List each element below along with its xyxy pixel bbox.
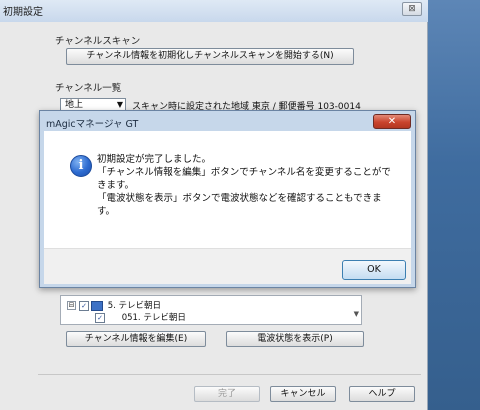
ok-button[interactable]: OK bbox=[342, 260, 406, 280]
dialog-body: i 初期設定が完了しました。 「チャンネル情報を編集」ボタンでチャンネル名を変更… bbox=[44, 131, 411, 248]
dialog-title: mAgicマネージャ GT bbox=[46, 119, 139, 130]
cancel-button[interactable]: キャンセル bbox=[270, 386, 336, 402]
collapse-icon[interactable]: ⊟ bbox=[67, 301, 76, 310]
dialog-footer: OK bbox=[44, 248, 411, 284]
window-titlebar: 初期設定 ⊠ bbox=[0, 0, 428, 22]
checkbox-checked-icon[interactable]: ✓ bbox=[95, 312, 105, 323]
help-button[interactable]: ヘルプ bbox=[349, 386, 415, 402]
list-item[interactable]: ⊟ ✓ 5. テレビ朝日 bbox=[67, 299, 161, 311]
window-close-button[interactable]: ⊠ bbox=[402, 2, 422, 16]
footer-divider bbox=[38, 374, 421, 375]
finish-button[interactable]: 完了 bbox=[194, 386, 260, 402]
window-title: 初期設定 bbox=[3, 7, 43, 18]
info-icon: i bbox=[70, 155, 92, 177]
tv-icon bbox=[91, 300, 103, 311]
broadcast-type-value: 地上 bbox=[65, 100, 84, 110]
completion-dialog: mAgicマネージャ GT ✕ i 初期設定が完了しました。 「チャンネル情報を… bbox=[39, 110, 416, 288]
show-signal-button[interactable]: 電波状態を表示(P) bbox=[226, 331, 364, 347]
checkbox-checked-icon[interactable]: ✓ bbox=[79, 300, 89, 311]
channel-list-group-label: チャンネル一覧 bbox=[55, 83, 122, 94]
desktop-background bbox=[428, 0, 480, 410]
message-line: す。 bbox=[97, 206, 116, 217]
channel-item-label: 5. テレビ朝日 bbox=[107, 301, 162, 311]
edit-channel-button[interactable]: チャンネル情報を編集(E) bbox=[66, 331, 206, 347]
channel-scan-group-label: チャンネルスキャン bbox=[55, 36, 141, 47]
dialog-message: 初期設定が完了しました。 「チャンネル情報を編集」ボタンでチャンネル名を変更する… bbox=[97, 153, 402, 218]
list-item[interactable]: ✓ 051. テレビ朝日 bbox=[95, 311, 186, 323]
channel-tree-list[interactable]: ⊟ ✓ 5. テレビ朝日 ✓ 051. テレビ朝日 ▼ bbox=[60, 295, 362, 325]
dialog-close-button[interactable]: ✕ bbox=[373, 114, 411, 129]
message-line: 「チャンネル情報を編集」ボタンでチャンネル名を変更することがで bbox=[97, 167, 391, 178]
message-line: 初期設定が完了しました。 bbox=[97, 154, 212, 165]
scroll-down-arrow-icon[interactable]: ▼ bbox=[354, 310, 359, 318]
init-scan-button[interactable]: チャンネル情報を初期化しチャンネルスキャンを開始する(N) bbox=[66, 48, 354, 65]
channel-item-label: 051. テレビ朝日 bbox=[121, 313, 186, 323]
message-line: 「電波状態を表示」ボタンで電波状態などを確認することもできま bbox=[97, 193, 382, 204]
message-line: きます。 bbox=[97, 180, 135, 191]
